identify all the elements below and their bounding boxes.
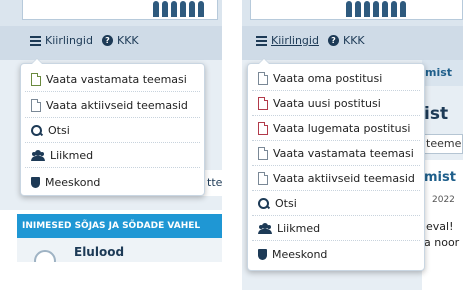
menu-item-unanswered[interactable]: Vaata vastamata teemasi (252, 142, 420, 166)
search-icon (31, 124, 43, 137)
quick-links-menu[interactable]: Kiirlingid (256, 34, 319, 47)
shield-icon (31, 176, 40, 188)
help-icon: ? (102, 35, 113, 46)
menu-item-members[interactable]: Liikmed (25, 144, 200, 168)
menu-item-team[interactable]: Meeskond (252, 242, 420, 266)
menu-item-members[interactable]: Liikmed (252, 217, 420, 241)
menu-item-unanswered[interactable]: Vaata vastamata teemasi (25, 68, 200, 92)
post-title-fragment: mist (424, 170, 456, 185)
faq-link[interactable]: ? KKK (102, 34, 139, 47)
post-date-fragment: 2022 (432, 195, 455, 205)
section-header: INIMESED SÕJAS JA SÕDADE VAHEL (17, 214, 222, 238)
hamburger-icon (30, 35, 41, 46)
users-icon (31, 150, 45, 161)
menu-item-label: Vaata lugemata postitusi (273, 122, 411, 135)
search-box-text: teeme (426, 137, 462, 150)
bottom-blank (0, 262, 222, 290)
quick-links-dropdown: Vaata vastamata teemasi Vaata aktiivseid… (20, 58, 205, 196)
quick-links-dropdown: Vaata oma postitusi Vaata uusi postitusi… (247, 58, 425, 271)
menu-item-label: Meeskond (45, 175, 101, 189)
document-icon (258, 72, 268, 85)
quick-links-label: Kiirlingid (271, 34, 319, 47)
menu-item-new-posts[interactable]: Vaata uusi postitusi (252, 92, 420, 116)
menu-item-active-topics[interactable]: Vaata aktiivseid teemasid (25, 94, 200, 118)
users-icon (258, 223, 272, 234)
menu-item-search[interactable]: Otsi (252, 192, 420, 216)
site-banner (22, 0, 218, 20)
forum-title[interactable]: Elulood (74, 245, 124, 259)
menu-item-label: Vaata aktiivseid teemasid (46, 99, 188, 112)
partial-text: tte (207, 176, 222, 189)
menu-item-label: Vaata vastamata teemasi (46, 73, 187, 86)
document-icon (258, 97, 268, 110)
document-icon (31, 99, 41, 112)
faq-link[interactable]: ? KKK (328, 34, 365, 47)
left-screenshot-panel: Kiirlingid ? KKK tte INIMESED SÕJAS JA S… (0, 0, 222, 290)
faq-label: KKK (117, 34, 139, 47)
help-icon: ? (328, 35, 339, 46)
menu-item-label: Vaata uusi postitusi (273, 97, 381, 110)
document-icon (258, 172, 268, 185)
post-body-fragment-1: eval! (426, 220, 454, 233)
menu-item-label: Vaata aktiivseid teemasid (273, 172, 415, 185)
hamburger-icon (256, 35, 267, 46)
faq-label: KKK (343, 34, 365, 47)
document-icon (258, 122, 268, 135)
site-banner (250, 0, 463, 20)
menu-item-label: Meeskond (272, 247, 328, 261)
header-band (242, 0, 463, 26)
menu-item-active-topics[interactable]: Vaata aktiivseid teemasid (252, 167, 420, 191)
menu-item-search[interactable]: Otsi (25, 119, 200, 143)
document-icon (258, 147, 268, 160)
right-screenshot-panel: Kiirlingid ? KKK mist ist teeme mist 202… (242, 0, 463, 290)
document-icon (31, 73, 41, 86)
breadcrumb-fragment: mist (425, 66, 453, 79)
shield-icon (258, 248, 267, 260)
navbar: Kiirlingid ? KKK (0, 26, 222, 60)
banner-figures (153, 1, 204, 17)
menu-item-label: Otsi (48, 124, 70, 137)
menu-item-label: Vaata vastamata teemasi (273, 147, 414, 160)
search-icon (258, 197, 270, 210)
menu-item-unread-posts[interactable]: Vaata lugemata postitusi (252, 117, 420, 141)
post-body-fragment-2: a noor (424, 236, 460, 249)
navbar: Kiirlingid ? KKK (242, 26, 463, 60)
dropdown-arrow (258, 58, 270, 64)
header-band (0, 0, 222, 26)
page-title-fragment: ist (424, 104, 449, 124)
menu-item-label: Otsi (275, 197, 297, 210)
menu-item-label: Liikmed (277, 222, 321, 235)
banner-figures (346, 1, 406, 17)
menu-item-label: Liikmed (50, 149, 94, 162)
quick-links-label: Kiirlingid (45, 34, 93, 47)
dropdown-arrow (31, 58, 43, 64)
menu-item-label: Vaata oma postitusi (273, 72, 383, 85)
menu-item-team[interactable]: Meeskond (25, 170, 200, 194)
menu-item-own-posts[interactable]: Vaata oma postitusi (252, 67, 420, 91)
quick-links-menu[interactable]: Kiirlingid (30, 34, 93, 47)
